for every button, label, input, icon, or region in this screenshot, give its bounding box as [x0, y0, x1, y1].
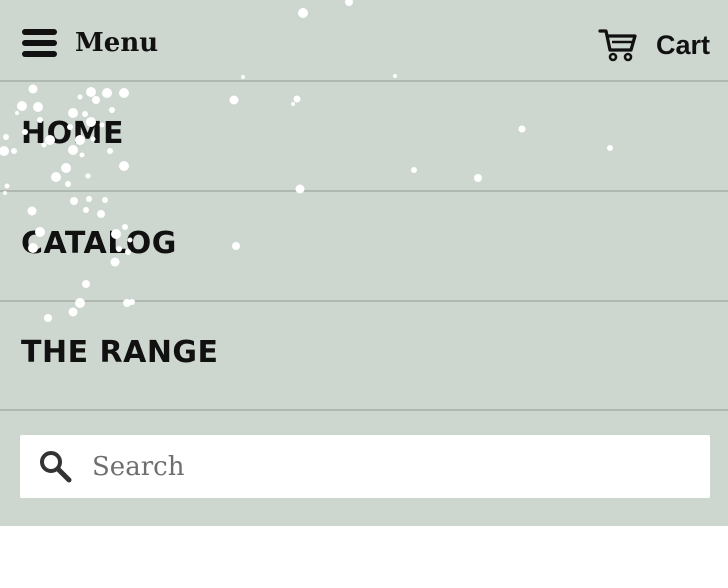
- header-bar: Menu Cart: [0, 0, 728, 82]
- mobile-nav-drawer: Menu Cart HOME CATALOG THE RANGE: [0, 0, 728, 526]
- search-box: [20, 435, 710, 498]
- search-input[interactable]: [90, 443, 694, 491]
- menu-label: Menu: [75, 28, 159, 58]
- cart-icon: [598, 29, 637, 62]
- nav-item-the-range[interactable]: THE RANGE: [0, 301, 728, 411]
- nav-item-label: THE RANGE: [21, 335, 219, 370]
- menu-button[interactable]: Menu: [22, 20, 158, 66]
- cart-label: Cart: [655, 29, 710, 60]
- nav-item-label: CATALOG: [21, 226, 177, 261]
- search-icon[interactable]: [38, 449, 72, 483]
- nav-item-label: HOME: [21, 116, 124, 151]
- nav-item-catalog[interactable]: CATALOG: [0, 192, 728, 302]
- nav-item-home[interactable]: HOME: [0, 82, 728, 192]
- hamburger-icon: [22, 29, 57, 57]
- cart-button[interactable]: Cart: [598, 22, 710, 68]
